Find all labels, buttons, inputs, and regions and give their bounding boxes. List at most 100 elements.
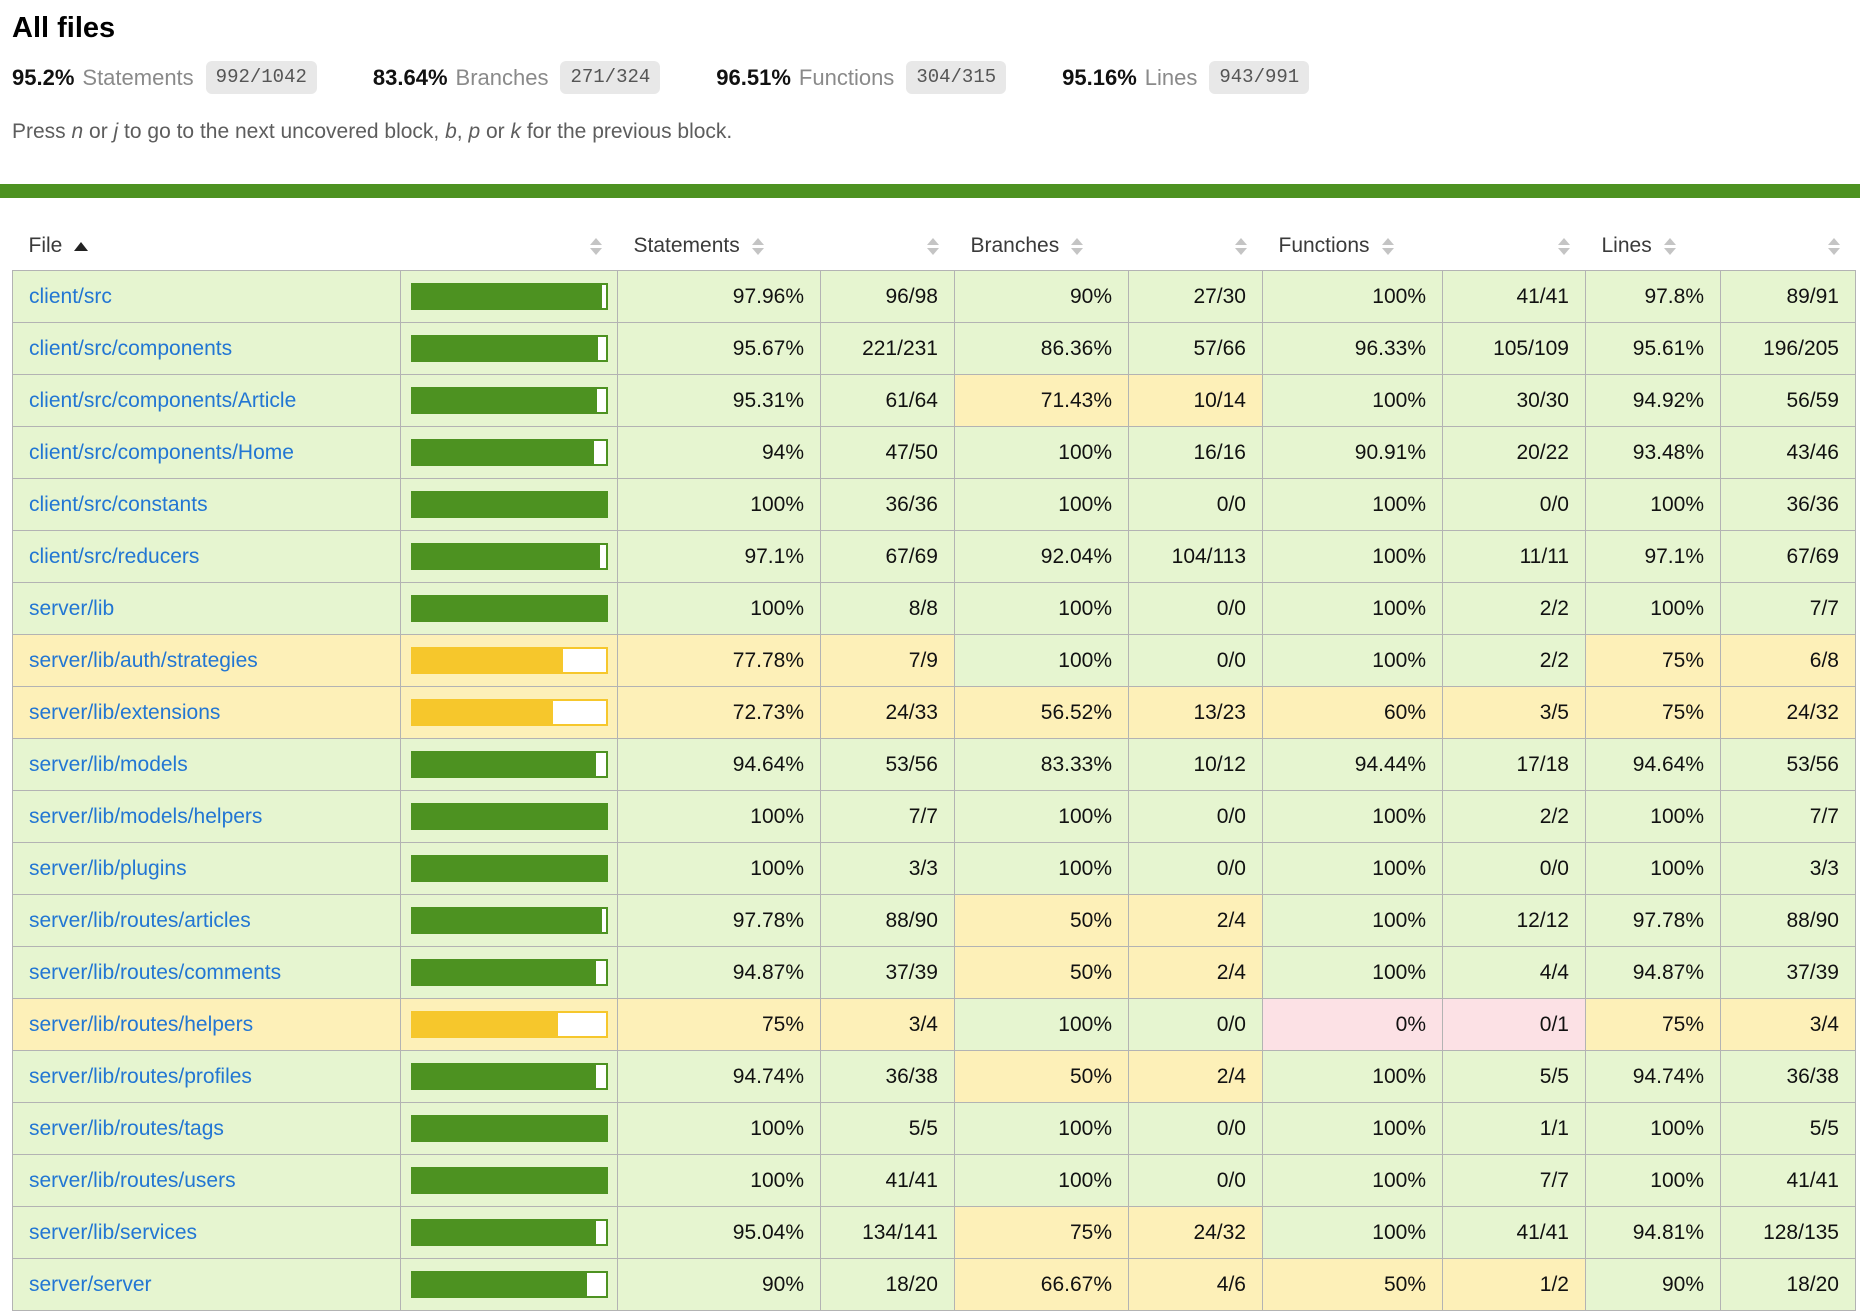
table-row: server/lib 100% 8/8 100% 0/0 100% 2/2 10…	[13, 583, 1856, 635]
coverage-bar	[411, 647, 608, 674]
branches-pct-cell: 56.52%	[955, 687, 1129, 739]
lines-fraction-cell: 24/32	[1721, 687, 1856, 739]
functions-pct-cell: 100%	[1263, 1051, 1443, 1103]
statements-fraction-cell: 7/9	[821, 635, 955, 687]
file-link[interactable]: server/lib/routes/profiles	[29, 1065, 252, 1088]
file-link[interactable]: server/lib/models	[29, 753, 188, 776]
coverage-bar	[411, 1167, 608, 1194]
table-row: server/server 90% 18/20 66.67% 4/6 50% 1…	[13, 1259, 1856, 1311]
table-row: client/src/constants 100% 36/36 100% 0/0…	[13, 479, 1856, 531]
file-cell: server/lib/extensions	[13, 687, 401, 739]
coverage-bar-empty	[600, 545, 606, 568]
coverage-table-body: client/src 97.96% 96/98 90% 27/30 100% 4…	[13, 271, 1856, 1311]
table-row: server/lib/routes/articles 97.78% 88/90 …	[13, 895, 1856, 947]
keyboard-hint: Press n or j to go to the next uncovered…	[0, 94, 1860, 144]
file-link[interactable]: client/src	[29, 285, 112, 308]
file-link[interactable]: client/src/components/Home	[29, 441, 294, 464]
column-header-lines-raw[interactable]	[1721, 222, 1856, 271]
column-header-branches[interactable]: Branches	[955, 222, 1129, 271]
file-cell: server/lib/routes/articles	[13, 895, 401, 947]
sort-ascending-icon	[74, 242, 88, 251]
file-link[interactable]: server/lib/routes/users	[29, 1169, 236, 1192]
functions-fraction-cell: 105/109	[1443, 323, 1586, 375]
table-row: server/lib/models 94.64% 53/56 83.33% 10…	[13, 739, 1856, 791]
file-link[interactable]: server/lib	[29, 597, 114, 620]
file-cell: client/src/components/Home	[13, 427, 401, 479]
functions-pct-cell: 100%	[1263, 271, 1443, 323]
file-link[interactable]: server/lib/plugins	[29, 857, 187, 880]
lines-fraction-cell: 89/91	[1721, 271, 1856, 323]
functions-fraction-cell: 2/2	[1443, 635, 1586, 687]
functions-pct-cell: 100%	[1263, 791, 1443, 843]
branches-fraction-cell: 13/23	[1129, 687, 1263, 739]
column-header-lines[interactable]: Lines	[1586, 222, 1721, 271]
file-link[interactable]: server/lib/services	[29, 1221, 197, 1244]
lines-fraction-cell: 128/135	[1721, 1207, 1856, 1259]
file-link[interactable]: server/lib/routes/helpers	[29, 1013, 253, 1036]
file-link[interactable]: server/server	[29, 1273, 152, 1296]
coverage-bar-fill	[413, 857, 606, 880]
coverage-bar	[411, 491, 608, 518]
file-link[interactable]: server/lib/routes/comments	[29, 961, 281, 984]
branches-pct-cell: 100%	[955, 1155, 1129, 1207]
coverage-bar	[411, 543, 608, 570]
column-header-branches-raw[interactable]	[1129, 222, 1263, 271]
coverage-bar-fill	[413, 701, 553, 724]
file-link[interactable]: server/lib/extensions	[29, 701, 220, 724]
column-header-statements-raw[interactable]	[821, 222, 955, 271]
file-link[interactable]: client/src/constants	[29, 493, 208, 516]
table-row: client/src/components/Home 94% 47/50 100…	[13, 427, 1856, 479]
coverage-bar-cell	[401, 739, 618, 791]
table-header-row: File Statements Branches Func	[13, 222, 1856, 271]
file-cell: server/lib/routes/tags	[13, 1103, 401, 1155]
column-header-functions[interactable]: Functions	[1263, 222, 1443, 271]
coverage-bar	[411, 751, 608, 778]
branches-pct-cell: 50%	[955, 895, 1129, 947]
file-link[interactable]: server/lib/models/helpers	[29, 805, 262, 828]
branches-fraction-cell: 10/12	[1129, 739, 1263, 791]
lines-fraction-cell: 67/69	[1721, 531, 1856, 583]
coverage-bar-cell	[401, 947, 618, 999]
coverage-bar-cell	[401, 323, 618, 375]
column-header-functions-raw[interactable]	[1443, 222, 1586, 271]
statements-fraction-cell: 134/141	[821, 1207, 955, 1259]
functions-pct-cell: 100%	[1263, 1103, 1443, 1155]
column-header-chart[interactable]	[401, 222, 618, 271]
coverage-bar	[411, 855, 608, 882]
statements-pct-cell: 100%	[618, 583, 821, 635]
table-row: server/lib/routes/helpers 75% 3/4 100% 0…	[13, 999, 1856, 1051]
file-link[interactable]: client/src/reducers	[29, 545, 199, 568]
coverage-bar	[411, 1115, 608, 1142]
branches-pct-cell: 100%	[955, 1103, 1129, 1155]
file-link[interactable]: client/src/components/Article	[29, 389, 296, 412]
coverage-bar-cell	[401, 479, 618, 531]
statements-fraction-cell: 88/90	[821, 895, 955, 947]
coverage-bar-cell	[401, 843, 618, 895]
branches-pct-cell: 66.67%	[955, 1259, 1129, 1311]
table-row: server/lib/routes/tags 100% 5/5 100% 0/0…	[13, 1103, 1856, 1155]
coverage-bar-fill	[413, 909, 602, 932]
file-link[interactable]: client/src/components	[29, 337, 232, 360]
column-header-statements[interactable]: Statements	[618, 222, 821, 271]
coverage-bar-fill	[413, 1221, 596, 1244]
lines-pct-cell: 94.64%	[1586, 739, 1721, 791]
functions-pct-cell: 60%	[1263, 687, 1443, 739]
statements-fraction-cell: 47/50	[821, 427, 955, 479]
sort-icon	[1558, 238, 1570, 255]
coverage-bar-empty	[602, 909, 606, 932]
key-name: p	[468, 120, 480, 143]
summary-label: Functions	[799, 65, 894, 91]
statements-fraction-cell: 41/41	[821, 1155, 955, 1207]
statements-pct-cell: 94%	[618, 427, 821, 479]
statements-pct-cell: 100%	[618, 1103, 821, 1155]
column-header-file[interactable]: File	[13, 222, 401, 271]
file-link[interactable]: server/lib/routes/articles	[29, 909, 251, 932]
file-link[interactable]: server/lib/auth/strategies	[29, 649, 258, 672]
summary-fraction-badge: 943/991	[1209, 61, 1309, 94]
statements-fraction-cell: 3/4	[821, 999, 955, 1051]
table-row: client/src/components/Article 95.31% 61/…	[13, 375, 1856, 427]
file-link[interactable]: server/lib/routes/tags	[29, 1117, 224, 1140]
functions-pct-cell: 90.91%	[1263, 427, 1443, 479]
branches-fraction-cell: 0/0	[1129, 1155, 1263, 1207]
statements-fraction-cell: 36/36	[821, 479, 955, 531]
